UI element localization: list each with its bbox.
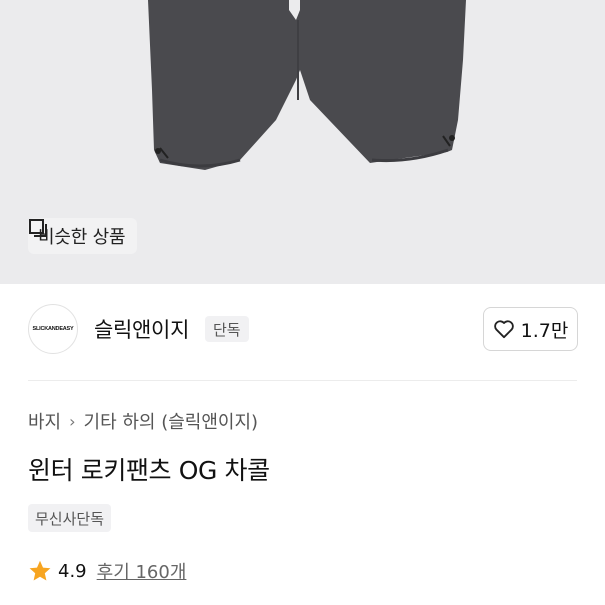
breadcrumb: 바지 › 기타 하의 (슬릭앤이지) xyxy=(28,408,258,434)
review-count-link[interactable]: 후기 160개 xyxy=(97,558,187,584)
breadcrumb-subcategory[interactable]: 기타 하의 (슬릭앤이지) xyxy=(84,408,259,434)
star-icon xyxy=(29,560,51,581)
similar-products-button[interactable]: 비슷한 상품 xyxy=(28,218,138,254)
divider xyxy=(28,380,577,381)
brand-avatar[interactable]: SLICKANDEASY xyxy=(28,304,78,354)
similar-products-label: 비슷한 상품 xyxy=(38,227,126,248)
like-button[interactable]: 1.7만 xyxy=(483,307,578,351)
exclusive-badge: 무신사단독 xyxy=(28,504,112,532)
rating-score: 4.9 xyxy=(58,560,87,582)
exclusive-tag: 단독 xyxy=(205,316,249,342)
breadcrumb-category[interactable]: 바지 xyxy=(28,408,61,434)
brand-row: SLICKANDEASY 슬릭앤이지 단독 1.7만 xyxy=(0,300,605,360)
chevron-right-icon: › xyxy=(69,411,76,431)
product-title: 윈터 로키팬츠 OG 차콜 xyxy=(28,456,270,485)
similar-products-icon xyxy=(29,219,47,237)
product-image[interactable]: 비슷한 상품 xyxy=(0,0,605,284)
brand-name[interactable]: 슬릭앤이지 xyxy=(94,314,189,344)
brand-logo-text: SLICKANDEASY xyxy=(32,326,74,332)
like-count: 1.7만 xyxy=(520,319,569,342)
heart-icon xyxy=(493,320,514,339)
rating-row: 4.9 후기 160개 xyxy=(28,558,186,584)
